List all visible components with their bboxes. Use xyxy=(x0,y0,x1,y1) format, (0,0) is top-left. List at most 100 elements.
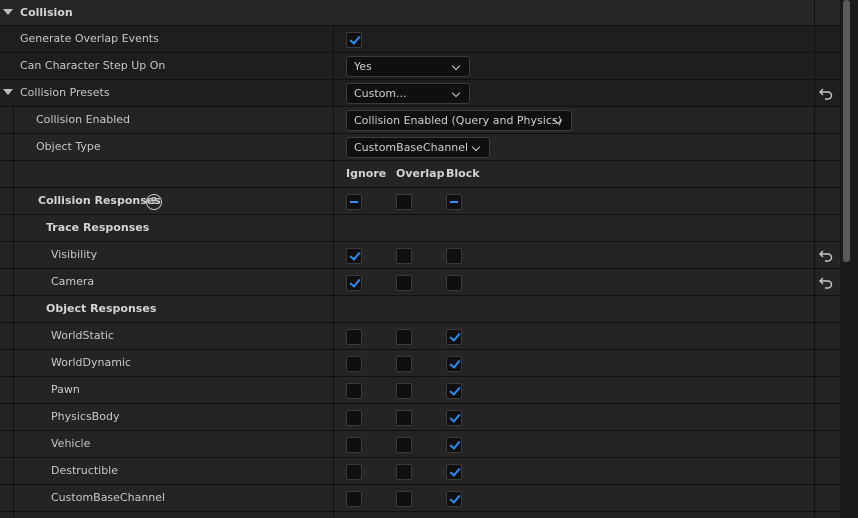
column-divider xyxy=(814,458,815,485)
reset-to-default-icon[interactable] xyxy=(819,248,833,262)
ignore-checkbox[interactable] xyxy=(346,383,362,399)
collision-enabled-dropdown[interactable]: Collision Enabled (Query and Physics) xyxy=(346,110,572,131)
scrollbar-thumb[interactable] xyxy=(843,0,850,262)
section-title: Collision xyxy=(20,6,73,19)
overlap-checkbox[interactable] xyxy=(396,410,412,426)
column-divider xyxy=(814,296,815,323)
help-icon[interactable]: ? xyxy=(146,194,162,210)
overlap-checkbox[interactable] xyxy=(396,275,412,291)
column-divider xyxy=(333,296,334,323)
trace-camera-label: Camera xyxy=(51,275,95,288)
ignore-checkbox[interactable] xyxy=(346,356,362,372)
trace-visibility-label: Visibility xyxy=(51,248,98,261)
column-divider xyxy=(814,80,815,107)
collapse-caret-icon[interactable] xyxy=(3,9,13,15)
column-divider xyxy=(333,80,334,107)
indent-line xyxy=(13,485,14,512)
object-worlddynamic-label: WorldDynamic xyxy=(51,356,132,369)
overlap-checkbox[interactable] xyxy=(396,383,412,399)
object-type-dropdown[interactable]: CustomBaseChannel xyxy=(346,137,490,158)
all-ignore-checkbox[interactable] xyxy=(346,194,362,210)
generate-overlap-checkbox[interactable] xyxy=(346,32,362,48)
object-worlddynamic-row: WorldDynamic xyxy=(0,350,840,377)
column-divider xyxy=(333,323,334,350)
block-checkbox[interactable] xyxy=(446,491,462,507)
column-divider xyxy=(333,26,334,53)
reset-to-default-icon[interactable] xyxy=(819,275,833,289)
overlap-checkbox[interactable] xyxy=(396,356,412,372)
indent-line xyxy=(13,134,14,161)
column-divider xyxy=(333,485,334,512)
column-divider xyxy=(814,377,815,404)
collision-responses-label: Collision Responses xyxy=(38,194,161,207)
column-divider xyxy=(333,188,334,215)
column-divider xyxy=(333,269,334,296)
column-divider xyxy=(333,458,334,485)
indent-line xyxy=(13,161,14,188)
collision-section-header[interactable]: Collision xyxy=(0,0,840,27)
object-responses-row: Object Responses xyxy=(0,296,840,323)
all-block-checkbox[interactable] xyxy=(446,194,462,210)
overlap-checkbox[interactable] xyxy=(396,248,412,264)
block-checkbox[interactable] xyxy=(446,248,462,264)
object-worldstatic-label: WorldStatic xyxy=(51,329,114,342)
column-divider xyxy=(814,404,815,431)
response-column-headers: Ignore Overlap Block xyxy=(0,161,840,188)
object-type-value: CustomBaseChannel xyxy=(354,141,469,154)
indent-line xyxy=(13,377,14,404)
step-up-value: Yes xyxy=(354,60,372,73)
overlap-checkbox[interactable] xyxy=(396,437,412,453)
column-divider xyxy=(333,404,334,431)
block-checkbox[interactable] xyxy=(446,437,462,453)
block-column-header: Block xyxy=(446,167,480,180)
ignore-checkbox[interactable] xyxy=(346,491,362,507)
overlap-checkbox[interactable] xyxy=(396,329,412,345)
overlap-checkbox[interactable] xyxy=(396,491,412,507)
object-pawn-row: Pawn xyxy=(0,377,840,404)
trailing-row xyxy=(0,512,840,518)
collision-enabled-label: Collision Enabled xyxy=(36,113,131,126)
reset-to-default-icon[interactable] xyxy=(819,86,833,100)
column-divider xyxy=(814,53,815,80)
ignore-checkbox[interactable] xyxy=(346,464,362,480)
object-custombasechannel-label: CustomBaseChannel xyxy=(51,491,166,504)
block-checkbox[interactable] xyxy=(446,356,462,372)
column-divider xyxy=(814,242,815,269)
object-worldstatic-row: WorldStatic xyxy=(0,323,840,350)
column-divider xyxy=(814,188,815,215)
generate-overlap-label: Generate Overlap Events xyxy=(20,32,159,45)
all-overlap-checkbox[interactable] xyxy=(396,194,412,210)
ignore-checkbox[interactable] xyxy=(346,410,362,426)
overlap-column-header: Overlap xyxy=(396,167,445,180)
collision-presets-row: Collision Presets Custom... xyxy=(0,80,840,107)
block-checkbox[interactable] xyxy=(446,464,462,480)
collision-presets-dropdown[interactable]: Custom... xyxy=(346,83,470,104)
block-checkbox[interactable] xyxy=(446,329,462,345)
trace-responses-label: Trace Responses xyxy=(46,221,150,234)
chevron-down-icon xyxy=(471,142,481,152)
collision-responses-row: Collision Responses ? xyxy=(0,188,840,215)
ignore-checkbox[interactable] xyxy=(346,275,362,291)
collapse-caret-icon[interactable] xyxy=(3,89,13,95)
ignore-checkbox[interactable] xyxy=(346,437,362,453)
column-divider xyxy=(333,134,334,161)
overlap-checkbox[interactable] xyxy=(396,464,412,480)
indent-line xyxy=(13,512,14,518)
object-type-label: Object Type xyxy=(36,140,101,153)
column-divider xyxy=(333,377,334,404)
generate-overlap-row: Generate Overlap Events xyxy=(0,26,840,53)
indent-line xyxy=(13,269,14,296)
column-divider xyxy=(814,134,815,161)
step-up-dropdown[interactable]: Yes xyxy=(346,56,470,77)
column-divider xyxy=(814,431,815,458)
block-checkbox[interactable] xyxy=(446,275,462,291)
ignore-checkbox[interactable] xyxy=(346,329,362,345)
ignore-checkbox[interactable] xyxy=(346,248,362,264)
collision-presets-value: Custom... xyxy=(354,87,407,100)
collision-presets-label: Collision Presets xyxy=(20,86,110,99)
step-up-label: Can Character Step Up On xyxy=(20,59,166,72)
indent-line xyxy=(13,242,14,269)
block-checkbox[interactable] xyxy=(446,383,462,399)
block-checkbox[interactable] xyxy=(446,410,462,426)
indent-line xyxy=(13,404,14,431)
